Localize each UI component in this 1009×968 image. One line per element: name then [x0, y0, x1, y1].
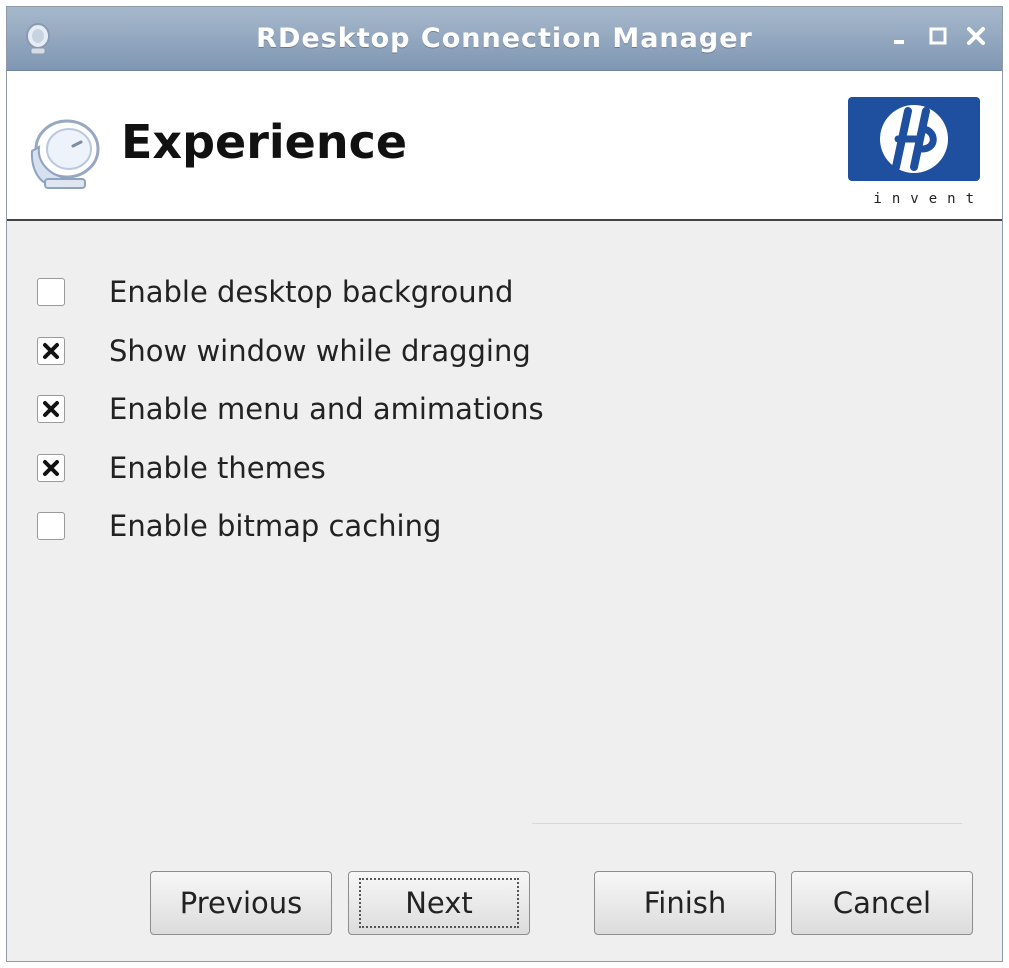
check-x-icon	[43, 401, 59, 418]
option-enable-bitmap-caching[interactable]: Enable bitmap caching	[37, 497, 544, 556]
maximize-icon[interactable]	[924, 21, 952, 51]
option-label: Enable bitmap caching	[109, 509, 442, 544]
checkbox-unchecked[interactable]	[37, 278, 65, 307]
hp-tagline: invent	[873, 191, 984, 207]
window: RDesktop Connection Manager Experience h…	[6, 6, 1003, 962]
page-title: Experience	[121, 115, 408, 169]
wizard-header: Experience hp invent	[7, 71, 1002, 221]
option-enable-menu-and-animations[interactable]: Enable menu and amimations	[37, 380, 544, 439]
check-x-icon	[43, 459, 59, 476]
window-controls	[886, 21, 990, 51]
option-label: Enable themes	[109, 450, 326, 485]
experience-options: Enable desktop background Show window wh…	[37, 263, 544, 556]
option-enable-desktop-background[interactable]: Enable desktop background	[37, 263, 544, 322]
satellite-dish-icon	[27, 111, 102, 191]
separator	[532, 823, 962, 824]
checkbox-unchecked[interactable]	[37, 512, 65, 541]
next-button[interactable]: Next	[348, 871, 530, 935]
cancel-button[interactable]: Cancel	[791, 871, 973, 935]
check-x-icon	[43, 342, 59, 359]
next-button-label: Next	[359, 878, 519, 928]
titlebar[interactable]: RDesktop Connection Manager	[7, 7, 1002, 71]
option-label: Enable desktop background	[109, 275, 514, 310]
previous-button[interactable]: Previous	[150, 871, 332, 935]
window-title: RDesktop Connection Manager	[256, 23, 753, 54]
close-icon[interactable]	[962, 21, 990, 51]
finish-button[interactable]: Finish	[594, 871, 776, 935]
minimize-icon[interactable]	[886, 21, 914, 51]
option-label: Enable menu and amimations	[109, 392, 544, 427]
option-enable-themes[interactable]: Enable themes	[37, 439, 544, 498]
checkbox-checked[interactable]	[37, 336, 65, 365]
checkbox-checked[interactable]	[37, 395, 65, 424]
option-label: Show window while dragging	[109, 333, 531, 368]
checkbox-checked[interactable]	[37, 453, 65, 482]
option-show-window-while-dragging[interactable]: Show window while dragging	[37, 322, 544, 381]
